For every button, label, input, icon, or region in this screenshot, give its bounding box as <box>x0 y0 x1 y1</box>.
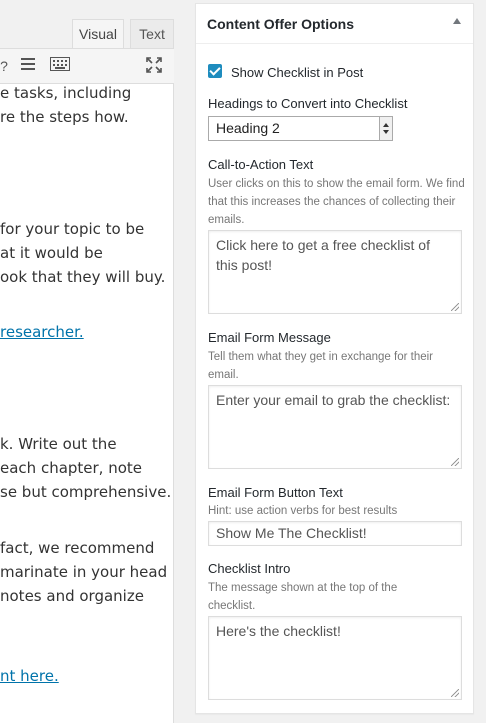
researcher-link[interactable]: researcher. <box>0 323 84 341</box>
text-line: k. Write out the <box>0 435 117 453</box>
cta-hint: User clicks on this to show the email fo… <box>208 178 465 226</box>
keyboard-icon[interactable] <box>50 57 70 75</box>
text-line: each chapter, note <box>0 459 143 477</box>
headings-select-value: Heading 2 <box>216 120 280 136</box>
text-line: se but comprehensive. <box>0 483 172 501</box>
read-more-icon[interactable] <box>18 57 38 75</box>
email-message-value: Enter your email to grab the checklist: <box>216 392 451 408</box>
metabox-header[interactable]: Content Offer Options <box>196 4 473 44</box>
text-link-line: researcher. <box>0 323 84 341</box>
text-line: ook that they will buy. <box>0 268 165 286</box>
resize-handle-icon[interactable] <box>451 303 459 311</box>
text-line: notes and organize <box>0 587 144 605</box>
text-line-content: ook that they will buy. <box>0 268 166 286</box>
resize-handle-icon[interactable] <box>451 458 459 466</box>
metabox-title: Content Offer Options <box>207 16 354 32</box>
button-text-label: Email Form Button Text <box>208 485 343 500</box>
text-link-line: nt here. <box>0 667 59 685</box>
show-checklist-label[interactable]: Show Checklist in Post <box>231 65 363 80</box>
email-message-hint: Tell them what they get in exchange for … <box>208 351 434 381</box>
fullscreen-icon[interactable] <box>144 57 164 75</box>
checklist-intro-value: Here's the checklist! <box>216 623 341 639</box>
text-line: at it would be <box>0 244 103 262</box>
email-message-label: Email Form Message <box>208 330 331 345</box>
button-text-hint: Hint: use action verbs for best results <box>208 505 398 517</box>
content-offer-options-box: Content Offer Options Show Checklist in … <box>195 3 474 714</box>
button-text-input[interactable]: Show Me The Checklist! <box>208 521 462 546</box>
checklist-intro-hint: The message shown at the top of the chec… <box>208 582 398 612</box>
checklist-intro-label: Checklist Intro <box>208 561 291 576</box>
text-line: marinate in your head <box>0 563 168 581</box>
tab-visual[interactable]: Visual <box>72 19 124 48</box>
email-message-textarea[interactable]: Enter your email to grab the checklist: <box>208 385 462 469</box>
cta-textarea[interactable]: Click here to get a free checklist of th… <box>208 230 462 314</box>
text-line: re the steps how. <box>0 108 129 126</box>
text-line: for your topic to be <box>0 220 145 238</box>
editor-content[interactable]: e tasks, including re the steps how. for… <box>0 84 174 723</box>
cta-value: Click here to get a free checklist of th… <box>216 237 430 273</box>
resize-handle-icon[interactable] <box>451 689 459 697</box>
headings-select[interactable]: Heading 2 <box>208 116 393 141</box>
help-icon[interactable]: ? <box>0 57 14 75</box>
headings-label: Headings to Convert into Checklist <box>208 96 408 111</box>
post-editor: Visual Text ? e tasks, including re the … <box>0 0 174 723</box>
tab-text[interactable]: Text <box>130 19 174 48</box>
select-arrows-icon <box>379 117 392 140</box>
editor-tabs: Visual Text <box>0 0 174 48</box>
text-line: fact, we recommend <box>0 539 155 557</box>
editor-toolbar: ? <box>0 48 174 84</box>
checklist-intro-textarea[interactable]: Here's the checklist! <box>208 616 462 700</box>
content-link[interactable]: nt here. <box>0 667 59 685</box>
collapse-arrow-icon[interactable] <box>453 18 461 24</box>
show-checklist-checkbox[interactable] <box>208 64 222 78</box>
text-line: e tasks, including <box>0 84 132 102</box>
cta-label: Call-to-Action Text <box>208 157 314 172</box>
